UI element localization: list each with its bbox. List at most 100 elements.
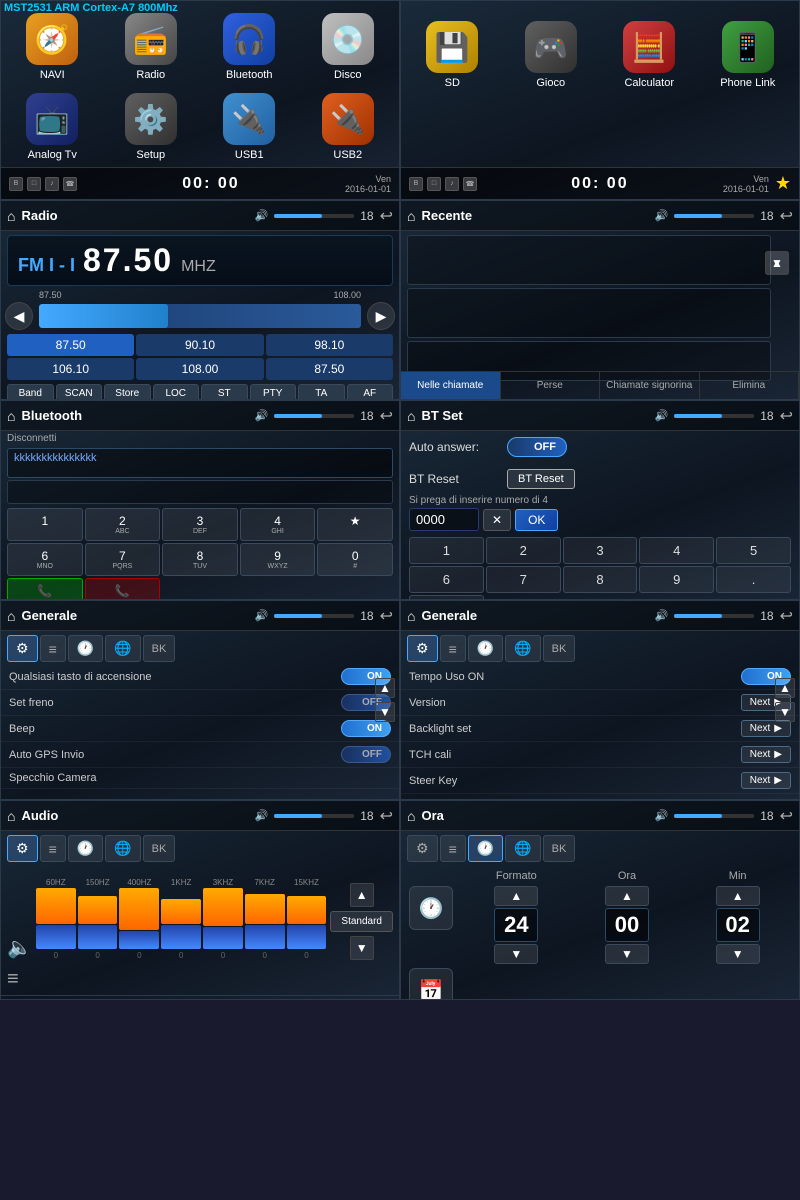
genl-tab-clock[interactable]: 🕐 xyxy=(68,635,103,662)
genl-tab-bk[interactable]: BK xyxy=(143,635,176,662)
audio-tab-settings[interactable]: ⚙ xyxy=(7,835,38,862)
radio-af-btn[interactable]: AF xyxy=(347,384,394,400)
bt-key-9[interactable]: 9WXYZ xyxy=(240,543,316,576)
recente-scroll-down[interactable]: ▼ xyxy=(765,251,789,275)
ora-back-btn[interactable]: ↩ xyxy=(780,806,793,826)
genl-toggle-2[interactable]: ON xyxy=(341,720,391,737)
genr-tab-settings[interactable]: ⚙ xyxy=(407,635,438,662)
ora-tab-settings[interactable]: ⚙ xyxy=(407,835,438,862)
btset-num-8[interactable]: 8 xyxy=(563,566,638,593)
genr-scroll-down[interactable]: ▼ xyxy=(775,702,795,722)
preset-btn-1[interactable]: 90.10 xyxy=(136,334,263,356)
radio-back-btn[interactable]: ↩ xyxy=(380,206,393,226)
menu-icon-phonelink[interactable]: 📱 Phone Link xyxy=(701,21,796,89)
menu-icon-radio[interactable]: 📻 Radio xyxy=(104,9,199,85)
btset-vol-slider[interactable] xyxy=(674,414,754,418)
btset-num-dot[interactable]: . xyxy=(716,566,791,593)
audio-tab-clock[interactable]: 🕐 xyxy=(68,835,103,862)
audio-tab-eq[interactable]: ≡ xyxy=(40,835,66,862)
bt-key-6[interactable]: 6MNO xyxy=(7,543,83,576)
bt-key-7[interactable]: 7PQRS xyxy=(85,543,161,576)
btset-num-6[interactable]: 6 xyxy=(409,566,484,593)
ora-vol-slider[interactable] xyxy=(674,814,754,818)
genr-next-btn-3[interactable]: Next ▶ xyxy=(741,746,791,763)
bt-key-call[interactable]: 📞 xyxy=(7,578,83,600)
ora-tab-globe[interactable]: 🌐 xyxy=(505,835,540,862)
recente-tab-elimina[interactable]: Elimina xyxy=(700,372,800,399)
btset-num-4[interactable]: 4 xyxy=(639,537,714,564)
bt-key-1[interactable]: 1 xyxy=(7,508,83,541)
ora-min-down[interactable]: ▼ xyxy=(716,944,760,964)
radio-pty-btn[interactable]: PTY xyxy=(250,384,297,400)
btset-num-3[interactable]: 3 xyxy=(563,537,638,564)
ora-tab-eq[interactable]: ≡ xyxy=(440,835,466,862)
genr-tab-clock[interactable]: 🕐 xyxy=(468,635,503,662)
eq-bar-wrap-4[interactable] xyxy=(203,888,243,949)
genl-tab-settings[interactable]: ⚙ xyxy=(7,635,38,662)
bt-key-2[interactable]: 2ABC xyxy=(85,508,161,541)
ora-calendar-icon-btn[interactable]: 📅 xyxy=(409,968,453,1000)
bt-search-bar[interactable] xyxy=(7,480,393,504)
genl-back-btn[interactable]: ↩ xyxy=(380,606,393,626)
eq-bar-wrap-5[interactable] xyxy=(245,894,285,949)
genr-scroll-up[interactable]: ▲ xyxy=(775,678,795,698)
menu-icon-bluetooth[interactable]: 🎧 Bluetooth xyxy=(202,9,297,85)
recente-vol-slider[interactable] xyxy=(674,214,754,218)
genl-tab-globe[interactable]: 🌐 xyxy=(105,635,140,662)
audio-vol-slider[interactable] xyxy=(274,814,354,818)
genr-tab-globe[interactable]: 🌐 xyxy=(505,635,540,662)
genl-toggle-3[interactable]: OFF xyxy=(341,746,391,763)
menu-icon-calc[interactable]: 🧮 Calculator xyxy=(602,21,697,89)
eq-bar-wrap-1[interactable] xyxy=(78,896,118,949)
radio-vol-slider[interactable] xyxy=(274,214,354,218)
genl-home-icon[interactable]: ⌂ xyxy=(7,608,15,624)
radio-st-btn[interactable]: ST xyxy=(201,384,248,400)
ora-ora-down[interactable]: ▼ xyxy=(605,944,649,964)
preset-btn-2[interactable]: 98.10 xyxy=(266,334,393,356)
btset-reset-btn[interactable]: BT Reset xyxy=(507,469,575,489)
eq-bar-wrap-0[interactable] xyxy=(36,888,76,949)
bt-search-input[interactable] xyxy=(14,486,386,498)
menu-icon-setup[interactable]: ⚙️ Setup xyxy=(104,89,199,165)
bt-back-btn[interactable]: ↩ xyxy=(380,406,393,426)
btset-num-5[interactable]: 5 xyxy=(716,537,791,564)
eq-bar-wrap-3[interactable] xyxy=(161,899,201,949)
genr-next-btn-4[interactable]: Next ▶ xyxy=(741,772,791,789)
genr-home-icon[interactable]: ⌂ xyxy=(407,608,415,624)
genl-vol-slider[interactable] xyxy=(274,614,354,618)
btset-num-9[interactable]: 9 xyxy=(639,566,714,593)
recente-back-btn[interactable]: ↩ xyxy=(780,206,793,226)
recente-tab-chiamate[interactable]: Nelle chiamate xyxy=(401,372,501,399)
menu-icon-gioco[interactable]: 🎮 Gioco xyxy=(504,21,599,89)
genr-tab-bk[interactable]: BK xyxy=(543,635,576,662)
audio-home-icon[interactable]: ⌂ xyxy=(7,808,15,824)
radio-next-btn[interactable]: ▶ xyxy=(367,302,395,330)
bt-key-4[interactable]: 4GHI xyxy=(240,508,316,541)
audio-tab-bk[interactable]: BK xyxy=(143,835,176,862)
ora-clock-icon-btn[interactable]: 🕐 xyxy=(409,886,453,930)
bt-home-icon[interactable]: ⌂ xyxy=(7,408,15,424)
preset-btn-3[interactable]: 106.10 xyxy=(7,358,134,380)
preset-btn-5[interactable]: 87.50 xyxy=(266,358,393,380)
radio-loc-btn[interactable]: LOC xyxy=(153,384,200,400)
ora-home-icon[interactable]: ⌂ xyxy=(407,808,415,824)
btset-pin-input[interactable] xyxy=(409,508,479,531)
genr-next-btn-2[interactable]: Next ▶ xyxy=(741,720,791,737)
menu-icon-navi[interactable]: 🧭 NAVI xyxy=(5,9,100,85)
bt-key-star[interactable]: ★ xyxy=(317,508,393,541)
menu-icon-disco[interactable]: 💿 Disco xyxy=(301,9,396,85)
radio-ta-btn[interactable]: TA xyxy=(298,384,345,400)
menu-icon-tv[interactable]: 📺 Analog Tv xyxy=(5,89,100,165)
btset-back-btn[interactable]: ↩ xyxy=(780,406,793,426)
genr-back-btn[interactable]: ↩ xyxy=(780,606,793,626)
recente-tab-perse[interactable]: Perse xyxy=(501,372,601,399)
menu-icon-usb2[interactable]: 🔌 USB2 xyxy=(301,89,396,165)
radio-band-btn[interactable]: Band xyxy=(7,384,54,400)
eq-bar-wrap-6[interactable] xyxy=(287,896,327,949)
ora-tab-bk[interactable]: BK xyxy=(543,835,576,862)
ora-ora-up[interactable]: ▲ xyxy=(605,886,649,906)
bt-key-3[interactable]: 3DEF xyxy=(162,508,238,541)
recente-tab-signorina[interactable]: Chiamate signorina xyxy=(600,372,700,399)
radio-home-icon[interactable]: ⌂ xyxy=(7,208,15,224)
btset-home-icon[interactable]: ⌂ xyxy=(407,408,415,424)
